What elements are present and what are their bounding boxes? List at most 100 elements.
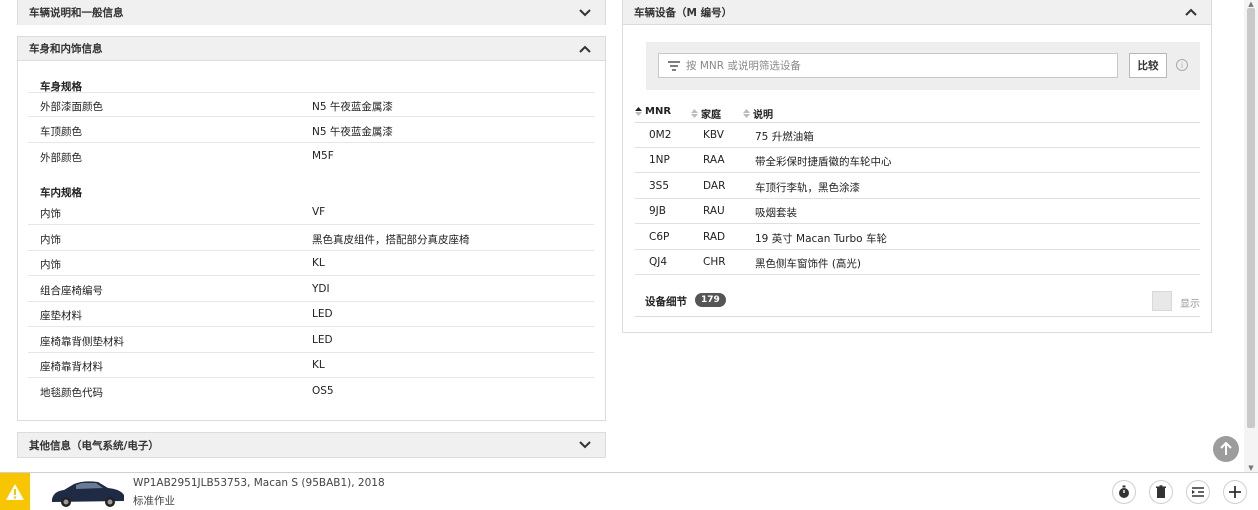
plus-icon [1229, 486, 1241, 498]
cell-mnr: 1NP [649, 154, 670, 166]
column-header-mnr[interactable]: MNR [635, 106, 671, 117]
delete-button[interactable] [1149, 480, 1173, 504]
cell-family: RAU [703, 205, 725, 217]
spec-value: VF [312, 206, 326, 218]
other-info-header[interactable]: 其他信息（电气系统/电子） [18, 433, 605, 457]
filter-icon [668, 60, 680, 71]
body-interior-title: 车身和内饰信息 [29, 43, 103, 55]
spec-value: M5F [312, 150, 334, 162]
spec-label: 内饰 [40, 208, 61, 220]
trash-icon [1156, 485, 1166, 498]
table-row[interactable]: 3S5 DAR 车顶行李轨，黑色涂漆 [635, 174, 1200, 199]
table-row[interactable]: 1NP RAA 带全彩保时捷盾徽的车轮中心 [635, 148, 1200, 173]
show-label[interactable]: 显示 [1180, 295, 1200, 310]
column-header-family[interactable]: 家庭 [691, 106, 721, 121]
spec-label: 内饰 [40, 234, 61, 246]
spec-row: 座垫材料 LED [28, 302, 594, 327]
chevron-down-icon[interactable] [577, 437, 593, 453]
info-icon[interactable]: i [1176, 59, 1188, 71]
other-info-panel: 其他信息（电气系统/电子） [17, 432, 606, 458]
interior-specs-title: 车内规格 [40, 187, 82, 199]
cell-mnr: QJ4 [649, 256, 668, 268]
equipment-panel: 车辆设备（M 编号） 按 MNR 或说明筛选设备 比较 i MNR 家庭 说明 [622, 0, 1212, 333]
spec-label: 车顶颜色 [40, 126, 82, 138]
spec-value: KL [312, 257, 325, 269]
spec-row: 座椅靠背侧垫材料 LED [28, 328, 594, 353]
spec-row: 座椅靠背材料 KL [28, 353, 594, 378]
cell-family: RAD [703, 231, 726, 243]
add-button[interactable] [1223, 480, 1247, 504]
equipment-filter-input[interactable]: 按 MNR 或说明筛选设备 [658, 53, 1118, 78]
scroll-thumb[interactable] [1247, 8, 1255, 428]
cell-description: 吸烟套装 [755, 207, 797, 219]
sort-icon [743, 109, 750, 118]
count-badge: 179 [695, 293, 726, 307]
spec-row: 地毯颜色代码 OS5 [28, 379, 594, 404]
timer-button[interactable] [1112, 480, 1136, 504]
cell-family: DAR [703, 180, 726, 192]
warning-button[interactable] [0, 473, 30, 510]
body-interior-header[interactable]: 车身和内饰信息 [18, 37, 605, 61]
spec-row: 内饰 黑色真皮组件，搭配部分真皮座椅 [28, 226, 594, 251]
chevron-up-icon[interactable] [1183, 4, 1199, 20]
table-row[interactable]: C6P RAD 19 英寸 Macan Turbo 车轮 [635, 225, 1200, 250]
show-toggle[interactable] [1152, 291, 1172, 311]
spec-value: LED [312, 334, 333, 346]
stopwatch-icon [1119, 485, 1129, 498]
arrow-up-icon [1220, 442, 1232, 455]
spec-row: 组合座椅编号 YDI [28, 277, 594, 302]
indent-button[interactable] [1186, 480, 1210, 504]
chevron-up-icon[interactable] [577, 41, 593, 57]
cell-description: 带全彩保时捷盾徽的车轮中心 [755, 156, 892, 168]
sort-icon [691, 109, 698, 118]
column-label: 说明 [753, 110, 773, 121]
vehicle-general-header[interactable]: 车辆说明和一般信息 [18, 0, 605, 25]
spec-value: 黑色真皮组件，搭配部分真皮座椅 [312, 234, 470, 246]
cell-description: 19 英寸 Macan Turbo 车轮 [755, 233, 887, 245]
cell-mnr: 0M2 [649, 129, 672, 141]
spec-row: 外部颜色 M5F [28, 144, 594, 169]
spec-label: 组合座椅编号 [40, 285, 103, 297]
spec-value: KL [312, 359, 325, 371]
cell-mnr: 9JB [649, 205, 666, 217]
spec-label: 座椅靠背材料 [40, 361, 103, 373]
table-row[interactable]: QJ4 CHR 黑色侧车窗饰件 (高光) [635, 250, 1200, 275]
equipment-details-label: 设备细节 [645, 296, 687, 308]
vehicle-vin-line: WP1AB2951JLB53753, Macan S (95BAB1), 201… [133, 477, 385, 489]
column-label: MNR [645, 106, 672, 117]
equipment-title: 车辆设备（M 编号） [634, 6, 733, 19]
cell-description: 黑色侧车窗饰件 (高光) [755, 258, 862, 270]
warning-icon [6, 484, 24, 500]
column-label: 家庭 [701, 110, 721, 121]
table-row[interactable]: 0M2 KBV 75 升燃油箱 [635, 123, 1200, 148]
vehicle-bottom-bar: WP1AB2951JLB53753, Macan S (95BAB1), 201… [0, 472, 1258, 510]
spec-label: 内饰 [40, 259, 61, 271]
job-type-label: 标准作业 [133, 495, 175, 507]
spec-label: 座垫材料 [40, 310, 82, 322]
column-header-description[interactable]: 说明 [743, 106, 773, 121]
spec-row: 车顶颜色 N5 午夜蓝金属漆 [28, 118, 594, 143]
equipment-header[interactable]: 车辆设备（M 编号） [623, 0, 1211, 25]
page-scrollbar[interactable]: ▲ ▼ [1244, 0, 1258, 472]
filter-placeholder: 按 MNR 或说明筛选设备 [686, 60, 801, 72]
spec-label: 座椅靠背侧垫材料 [40, 336, 124, 348]
cell-description: 75 升燃油箱 [755, 131, 814, 143]
scroll-up-arrow-icon[interactable]: ▲ [1247, 0, 1255, 8]
indent-icon [1192, 487, 1204, 497]
spec-value: N5 午夜蓝金属漆 [312, 101, 393, 113]
compare-button[interactable]: 比较 [1129, 53, 1167, 78]
vehicle-general-panel: 车辆说明和一般信息 [17, 0, 606, 25]
spec-row: 内饰 VF [28, 200, 594, 225]
cell-description: 车顶行李轨，黑色涂漆 [755, 182, 860, 194]
spec-row: 内饰 KL [28, 251, 594, 276]
cell-family: CHR [703, 256, 726, 268]
cell-family: RAA [703, 154, 725, 166]
chevron-down-icon[interactable] [577, 5, 593, 21]
scroll-down-arrow-icon[interactable]: ▼ [1247, 464, 1255, 472]
vehicle-general-title: 车辆说明和一般信息 [29, 7, 124, 19]
body-interior-panel: 车身和内饰信息 车身规格 外部漆面颜色 N5 午夜蓝金属漆 车顶颜色 N5 午夜… [17, 36, 606, 421]
cell-mnr: 3S5 [649, 180, 670, 192]
sort-active-icon [635, 107, 642, 116]
back-to-top-button[interactable] [1213, 436, 1239, 462]
table-row[interactable]: 9JB RAU 吸烟套装 [635, 199, 1200, 224]
